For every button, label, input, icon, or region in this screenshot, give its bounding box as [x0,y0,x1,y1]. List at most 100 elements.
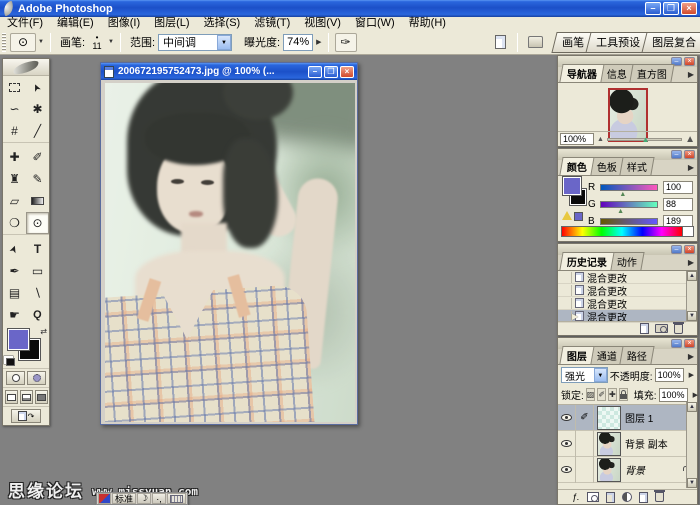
close-button[interactable]: × [681,2,697,15]
photo-canvas[interactable] [105,83,355,422]
zoom-in-icon[interactable]: ▲ [685,134,695,145]
quick-mask-mode-button[interactable] [27,371,46,385]
menu-edit[interactable]: 编辑(E) [50,17,101,30]
move-tool-icon[interactable]: ➤ [26,76,49,98]
crop-tool-icon[interactable]: # [3,120,26,142]
blend-mode-dropdown-icon[interactable]: ▼ [593,368,607,382]
well-tab-tool-presets[interactable]: 工具预设 [585,31,651,53]
airbrush-toggle-icon[interactable]: ✑ [334,32,357,52]
ime-logo-icon[interactable] [98,493,111,504]
lasso-tool-icon[interactable]: ∽ [3,98,26,120]
zoom-tool-icon[interactable]: Q [26,304,49,326]
color-spectrum-ramp[interactable] [561,226,683,237]
visibility-toggle[interactable] [558,430,576,457]
add-layer-mask-icon[interactable] [586,492,599,502]
healing-brush-tool-icon[interactable]: ✚ [3,146,26,168]
tab-layers[interactable]: 图层 [559,346,595,364]
tab-actions[interactable]: 动作 [609,252,645,270]
panel-menu-icon[interactable]: ▶ [688,70,694,79]
new-document-from-state-icon[interactable] [640,323,649,334]
options-grip[interactable] [2,32,6,52]
delete-layer-icon[interactable] [653,490,665,502]
fill-input[interactable]: 100% [658,387,688,402]
history-source-checkbox[interactable] [560,271,572,283]
standard-screen-button[interactable] [4,390,18,404]
dodge-tool-icon[interactable]: ⊙ [10,32,36,52]
link-indicator[interactable] [576,430,594,457]
menu-window[interactable]: 窗口(W) [348,17,402,30]
brush-tool-icon[interactable]: ✐ [26,146,49,168]
menu-view[interactable]: 视图(V) [297,17,348,30]
tab-color[interactable]: 颜色 [559,157,595,175]
eraser-tool-icon[interactable]: ▱ [3,190,26,212]
navigator-zoom-slider[interactable]: ▲ [606,135,683,144]
menu-image[interactable]: 图像(I) [101,17,147,30]
lock-transparency-icon[interactable]: ▨ [585,388,596,401]
notes-tool-icon[interactable]: ▤ [3,282,26,304]
well-tab-layer-comps[interactable]: 图层复合 [641,31,700,53]
brush-dropdown-icon[interactable]: ▼ [108,39,114,45]
scroll-down-icon[interactable]: ▼ [687,311,697,321]
doc-maximize-button[interactable]: ❐ [324,65,338,78]
menu-file[interactable]: 文件(F) [0,17,50,30]
delete-state-icon[interactable] [673,321,684,334]
scroll-up-icon[interactable]: ▲ [687,271,697,281]
panel-close-icon[interactable]: × [684,339,695,348]
panel-minimize-icon[interactable]: – [671,245,682,254]
shape-tool-icon[interactable]: ▭ [26,260,49,282]
red-value-input[interactable]: 100 [663,180,693,194]
opacity-input[interactable]: 100% [654,368,684,382]
scroll-down-icon[interactable]: ▼ [687,478,697,488]
history-source-checkbox[interactable] [560,297,572,309]
menu-filter[interactable]: 滤镜(T) [247,17,297,30]
ime-mode-button[interactable]: 标准 [112,493,137,504]
navigator-zoom-input[interactable]: 100% [560,133,594,145]
gamut-swatch[interactable] [574,212,583,221]
layer-thumbnail[interactable] [597,457,621,482]
brush-preset-picker[interactable]: • 11 [88,33,106,51]
clone-stamp-tool-icon[interactable]: ♜ [3,168,26,190]
default-colors-icon[interactable] [6,358,15,366]
menu-layer[interactable]: 图层(L) [147,17,196,30]
layers-scrollbar[interactable]: ▲ ▼ [686,402,697,488]
jump-to-imageready-button[interactable]: ↷ [11,409,41,423]
magic-wand-tool-icon[interactable]: ✱ [26,98,49,120]
document-titlebar[interactable]: 200672195752473.jpg @ 100% (... – ❐ × [101,63,357,80]
gamut-warning-icon[interactable] [562,211,572,220]
panel-close-icon[interactable]: × [684,150,695,159]
tab-styles[interactable]: 样式 [619,157,655,175]
panel-close-icon[interactable]: × [684,57,695,66]
panel-menu-icon[interactable]: ▶ [688,352,694,361]
tool-preset-dropdown-icon[interactable]: ▼ [38,39,44,45]
layer-row[interactable]: 背景 副本 [558,430,686,457]
slice-tool-icon[interactable]: ╱ [26,120,49,142]
foreground-color-swatch[interactable] [7,328,30,351]
foreground-color-swatch[interactable] [562,176,582,196]
range-dropdown-icon[interactable]: ▼ [217,34,232,50]
restore-button[interactable]: ❐ [663,2,679,15]
panel-minimize-icon[interactable]: – [671,150,682,159]
tab-history[interactable]: 历史记录 [559,252,615,270]
standard-mode-button[interactable] [6,371,25,385]
blur-tool-icon[interactable]: ❍ [3,212,26,234]
history-source-checkbox[interactable] [560,310,572,322]
new-snapshot-icon[interactable] [655,324,668,333]
visibility-toggle[interactable] [558,404,576,431]
history-source-checkbox[interactable] [560,284,572,296]
ime-punctuation-icon[interactable]: ·, [152,493,167,504]
panel-minimize-icon[interactable]: – [671,339,682,348]
history-brush-tool-icon[interactable]: ✎ [26,168,49,190]
blend-mode-select[interactable]: 强光 ▼ [561,367,608,383]
lock-image-icon[interactable]: ✐ [597,388,607,401]
link-indicator[interactable] [576,456,594,483]
history-scrollbar[interactable]: ▲ ▼ [686,271,697,321]
pen-tool-icon[interactable]: ✒ [3,260,26,282]
panel-menu-icon[interactable]: ▶ [688,163,694,172]
ime-fullhalf-icon[interactable]: ☽ [137,493,152,504]
panel-menu-icon[interactable]: ▶ [688,258,694,267]
tab-navigator[interactable]: 导航器 [559,64,605,82]
hand-tool-icon[interactable]: ☛ [3,304,26,326]
new-layer-icon[interactable] [638,491,648,503]
scroll-up-icon[interactable]: ▲ [687,402,697,412]
gradient-tool-icon[interactable] [26,190,49,212]
